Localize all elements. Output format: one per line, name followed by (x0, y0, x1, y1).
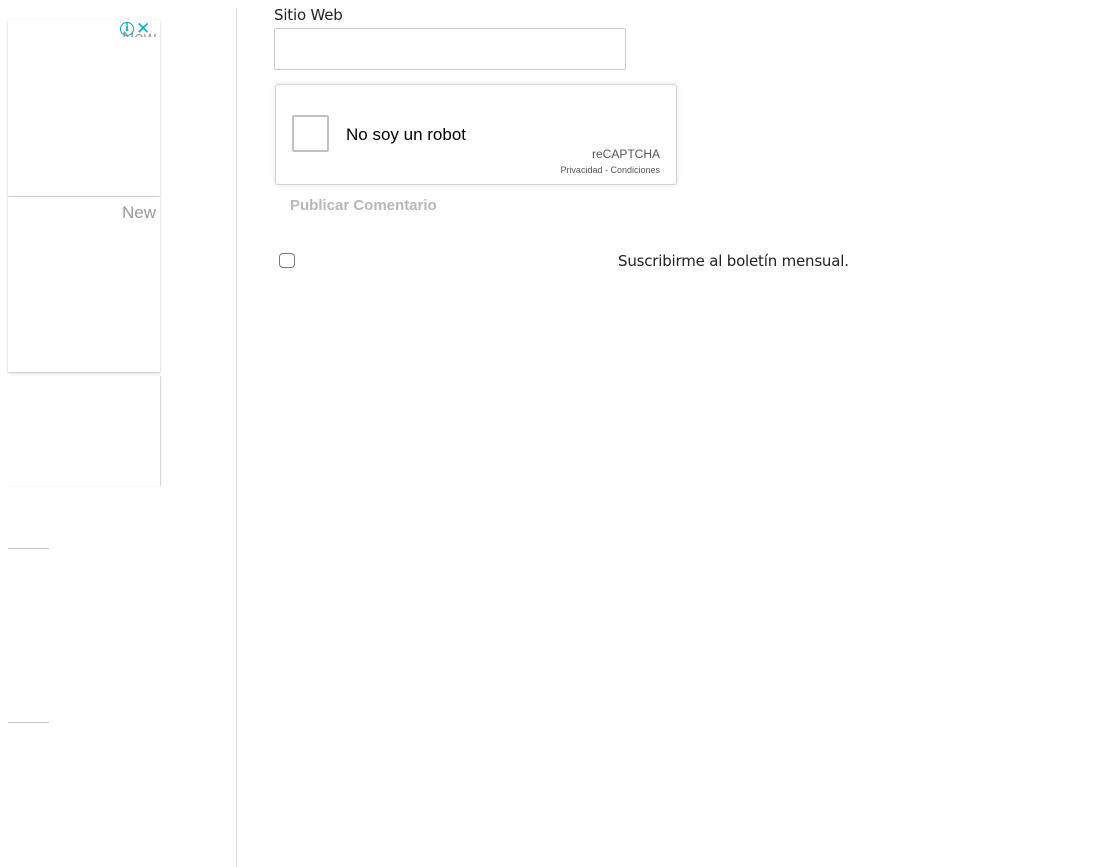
newsletter-checkbox[interactable] (279, 253, 295, 268)
ad-card[interactable]: New (8, 197, 160, 372)
privacy-link[interactable]: Privacidad (560, 165, 602, 175)
publish-comment-button[interactable]: Publicar Comentario (290, 197, 437, 214)
info-icon[interactable]: i (120, 22, 134, 36)
newsletter-label: Suscribirme al boletín mensual. (618, 252, 849, 270)
page: New i ✕ New Sitio Web No soy un robot re… (0, 0, 1117, 867)
column-divider (236, 8, 237, 867)
ad-choices[interactable]: i ✕ (120, 21, 150, 38)
ad-card[interactable] (8, 376, 160, 486)
recaptcha-terms: Privacidad - Condiciones (560, 165, 660, 175)
website-field-label: Sitio Web (274, 6, 343, 24)
terms-link[interactable]: Condiciones (610, 165, 660, 175)
ad-card-edge (8, 486, 49, 549)
close-icon[interactable]: ✕ (136, 21, 150, 38)
recaptcha-brand: reCAPTCHA (591, 147, 660, 161)
website-input[interactable] (274, 28, 626, 70)
recaptcha-widget: No soy un robot reCAPTCHA Privacidad - C… (275, 84, 677, 185)
ad-card-label: New (121, 203, 156, 222)
ad-card[interactable]: New (8, 20, 160, 196)
ad-sidebar: New i ✕ New (0, 0, 236, 867)
recaptcha-label: No soy un robot (346, 125, 467, 144)
recaptcha-checkbox[interactable] (292, 115, 329, 152)
ad-card[interactable] (8, 552, 49, 723)
